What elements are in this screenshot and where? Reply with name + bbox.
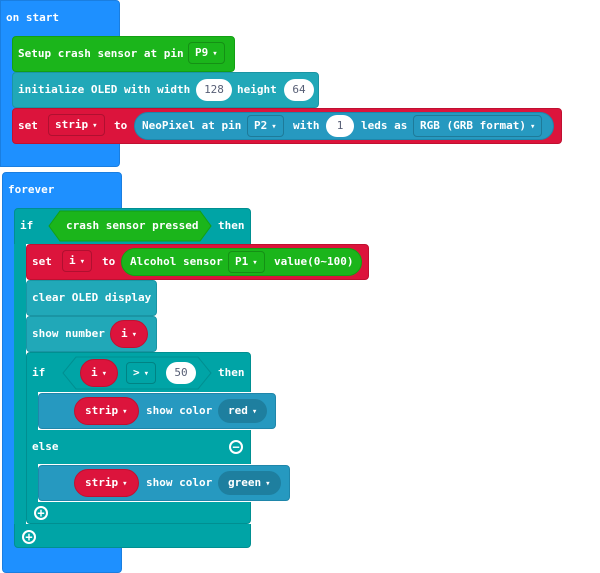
- clear-oled-text: clear OLED display: [32, 291, 152, 304]
- else-show-color-text: show color: [146, 476, 213, 489]
- if1-then: then: [218, 219, 245, 232]
- oled-height-label: height: [237, 83, 277, 96]
- compare-value-input[interactable]: 50: [166, 362, 196, 384]
- compare-op-dropdown[interactable]: > ▾: [126, 362, 157, 384]
- then-show-color-text: show color: [146, 404, 213, 417]
- format-dropdown[interactable]: RGB (GRB format) ▾: [413, 115, 543, 137]
- set-i-set: set: [32, 255, 52, 268]
- show-number-text: show number: [32, 327, 105, 340]
- i-var-dropdown[interactable]: i ▾: [62, 250, 93, 272]
- if2-label: if: [32, 366, 46, 379]
- strip-var-dropdown[interactable]: strip ▾: [48, 114, 105, 136]
- set-strip-set: set: [18, 119, 38, 132]
- leds-as-label: leds as: [361, 119, 408, 132]
- add-else-if-icon[interactable]: +: [34, 506, 48, 520]
- add-if-branch-icon[interactable]: +: [22, 530, 36, 544]
- else-label: else: [32, 440, 59, 453]
- crash-pin-dropdown[interactable]: P9 ▾: [188, 42, 225, 64]
- show-number-var[interactable]: i ▾: [110, 320, 149, 348]
- set-i-to: to: [102, 255, 116, 268]
- leds-count-input[interactable]: 1: [326, 115, 354, 137]
- if1-label: if: [20, 219, 34, 232]
- crash-pressed-text: crash sensor pressed: [66, 219, 199, 232]
- else-strip-var[interactable]: strip ▾: [74, 469, 139, 497]
- forever-label: forever: [8, 183, 55, 196]
- else-color-dropdown[interactable]: green ▾: [218, 471, 281, 495]
- then-strip-var[interactable]: strip ▾: [74, 397, 139, 425]
- setup-crash-text: Setup crash sensor at pin: [18, 47, 184, 60]
- neopixel-pin-dropdown[interactable]: P2 ▾: [247, 115, 284, 137]
- compare-left-var[interactable]: i ▾: [80, 359, 119, 387]
- alcohol-pin-dropdown[interactable]: P1 ▾: [228, 251, 265, 273]
- on-start-label: on start: [6, 11, 59, 24]
- alcohol-text: Alcohol sensor: [130, 255, 223, 268]
- set-strip-to: to: [114, 119, 128, 132]
- neopixel-with: with: [293, 119, 320, 132]
- oled-width-input[interactable]: 128: [196, 79, 232, 101]
- init-oled-text: initialize OLED with width: [18, 83, 191, 96]
- if2-then: then: [218, 366, 245, 379]
- remove-else-icon[interactable]: −: [229, 440, 243, 454]
- alcohol-value-text: value(0~100): [274, 255, 354, 268]
- oled-height-input[interactable]: 64: [284, 79, 314, 101]
- neopixel-text: NeoPixel at pin: [142, 119, 242, 132]
- then-color-dropdown[interactable]: red ▾: [218, 399, 268, 423]
